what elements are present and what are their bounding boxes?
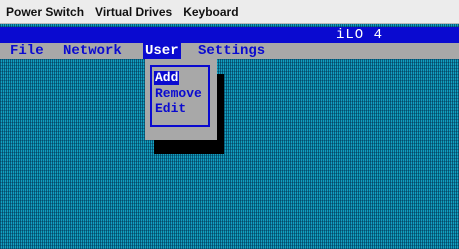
host-menu-bar: Power Switch Virtual Drives Keyboard <box>0 0 459 24</box>
menu-user[interactable]: User <box>143 43 181 59</box>
dropdown-item-add[interactable]: Add <box>154 71 180 85</box>
console-menu-bar: File Network User Settings <box>0 43 459 59</box>
console-title-bar: iLO 4 <box>0 27 459 43</box>
dropdown-item-remove[interactable]: Remove <box>154 87 203 101</box>
menu-settings[interactable]: Settings <box>196 43 267 59</box>
user-dropdown-border: Add Remove Edit <box>150 65 210 127</box>
user-dropdown-menu: Add Remove Edit <box>145 59 217 140</box>
dropdown-item-edit[interactable]: Edit <box>154 102 187 116</box>
console-title: iLO 4 <box>336 27 384 43</box>
remote-console-window: Power Switch Virtual Drives Keyboard iLO… <box>0 0 459 249</box>
keyboard-menu[interactable]: Keyboard <box>179 5 242 19</box>
console-screen[interactable]: iLO 4 File Network User Settings Add Rem… <box>0 24 459 249</box>
virtual-drives-menu[interactable]: Virtual Drives <box>91 5 176 19</box>
menu-network[interactable]: Network <box>61 43 124 59</box>
power-switch-menu[interactable]: Power Switch <box>2 5 88 19</box>
menu-file[interactable]: File <box>8 43 46 59</box>
